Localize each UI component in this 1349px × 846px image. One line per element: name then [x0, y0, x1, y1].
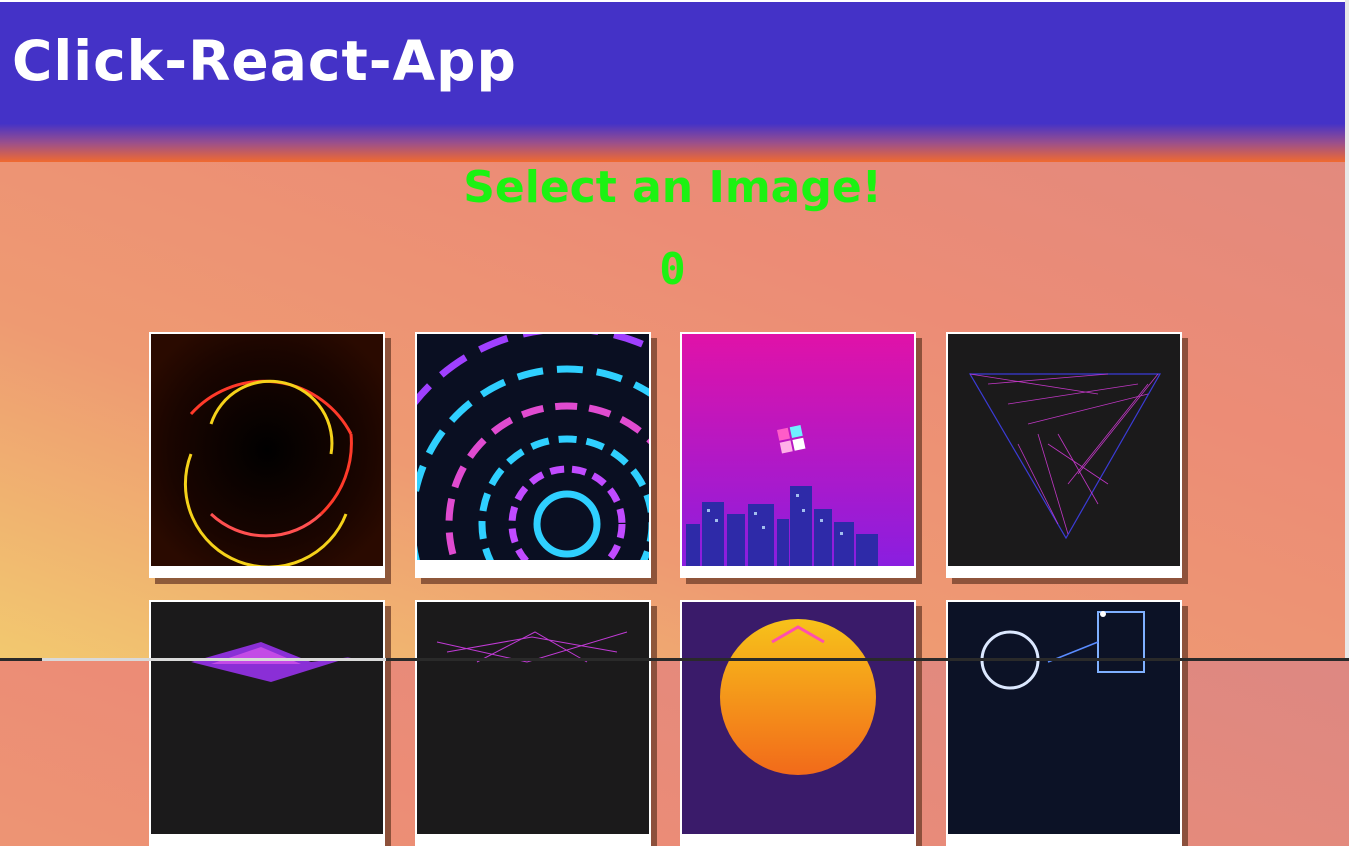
sunset-sun-image [682, 602, 914, 834]
image-card-string-triangle[interactable] [946, 332, 1182, 578]
image-card-vaporwave-city[interactable] [680, 332, 916, 578]
line-mountain-image [417, 602, 649, 834]
image-card-sunset-sun[interactable] [680, 600, 916, 846]
image-card-neon-circles[interactable] [149, 332, 385, 578]
neon-shapes-image [948, 602, 1180, 834]
neon-tunnel-image [417, 334, 649, 560]
vaporwave-city-image [682, 334, 914, 566]
image-card-purple-mountain[interactable] [149, 600, 385, 846]
image-card-neon-tunnel[interactable] [415, 332, 651, 578]
purple-mountain-image [151, 602, 383, 834]
image-grid [0, 0, 1349, 846]
string-art-triangle-image [948, 334, 1180, 566]
image-card-line-mountain[interactable] [415, 600, 651, 846]
image-card-neon-shapes[interactable] [946, 600, 1182, 846]
neon-circles-image [151, 334, 383, 566]
